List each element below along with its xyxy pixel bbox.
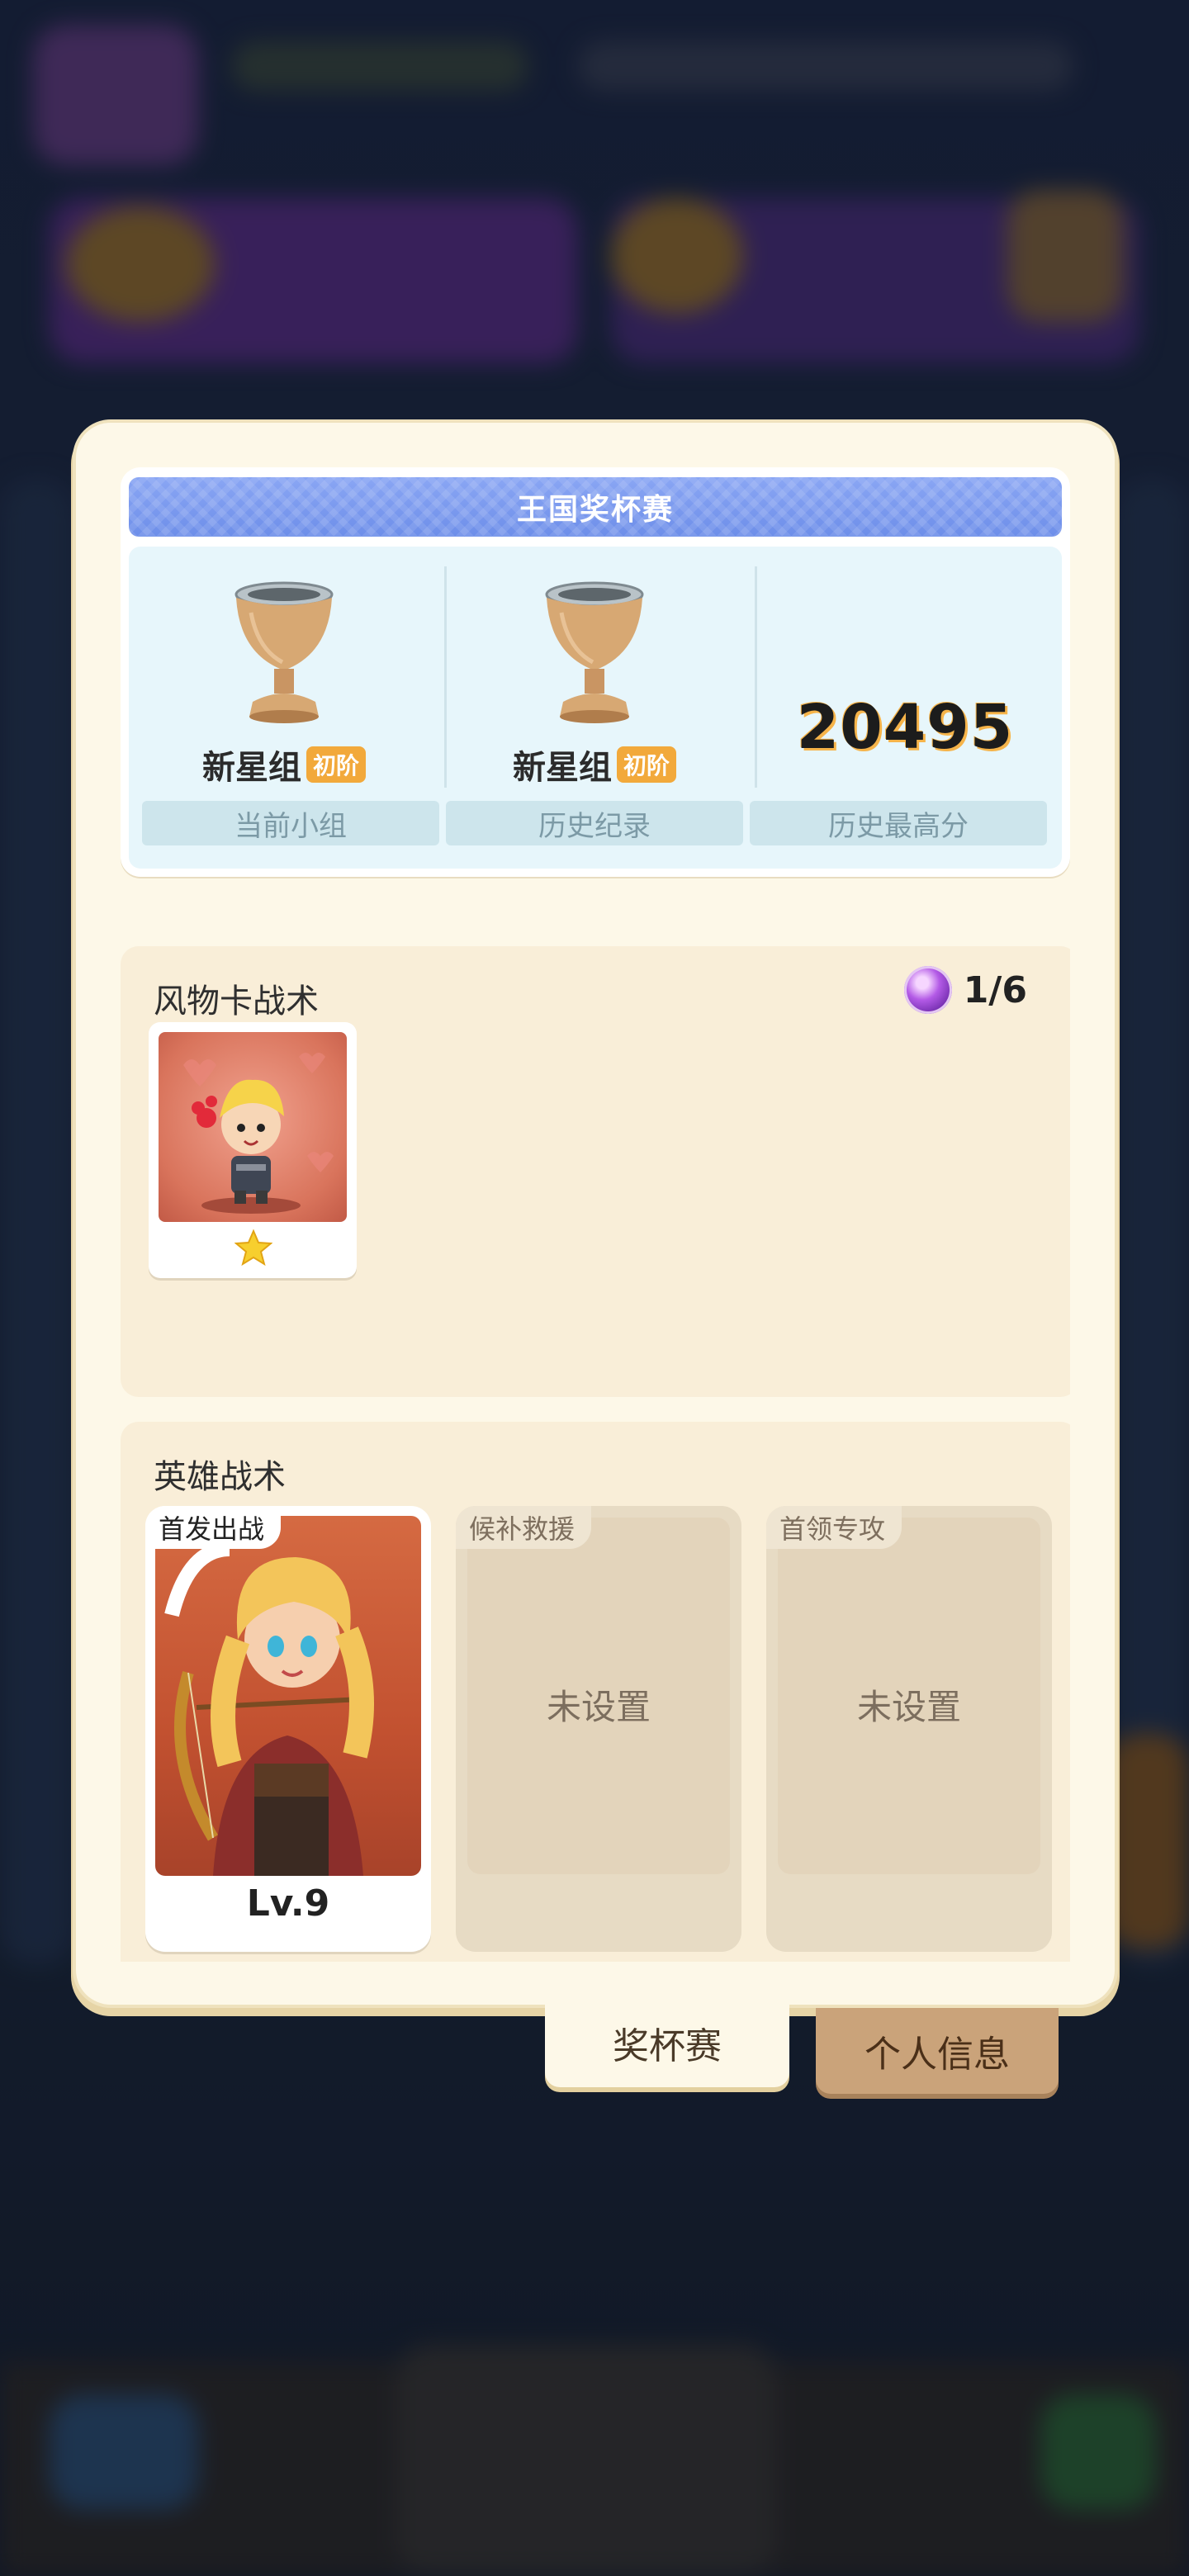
current-group-name-row: 新星组 初阶 bbox=[129, 743, 439, 787]
tab-trophy[interactable]: 奖杯赛 bbox=[545, 1998, 789, 2087]
history-group-rank-badge: 初阶 bbox=[616, 746, 676, 783]
scenery-card-image bbox=[159, 1032, 347, 1222]
purple-orb-icon bbox=[903, 966, 952, 1014]
wooden-trophy-icon bbox=[234, 581, 334, 723]
current-group-label: 当前小组 bbox=[142, 801, 439, 845]
card-tactics-quota-value: 1/6 bbox=[963, 968, 1027, 1011]
hero-level: Lv.9 bbox=[246, 1882, 330, 1925]
hero-tactics-title: 英雄战术 bbox=[154, 1458, 286, 1496]
boss-attack-slot[interactable]: 首领专攻 未设置 bbox=[766, 1506, 1052, 1952]
history-group-name-row: 新星组 初阶 bbox=[439, 743, 750, 787]
dialog-content-scroll[interactable]: 王国奖杯赛 新星组 初阶 当前小组 新星组 初阶 历史纪录 20495 历史最高… bbox=[121, 467, 1070, 1962]
starter-hero-slot[interactable]: 首发出战 Lv.9 bbox=[145, 1506, 431, 1952]
archer-hero-portrait bbox=[155, 1516, 421, 1876]
scenery-card[interactable] bbox=[149, 1022, 357, 1278]
starter-slot-tag: 首发出战 bbox=[145, 1506, 282, 1549]
best-score-column: 20495 历史最高分 bbox=[750, 547, 1060, 869]
backup-slot-status: 未设置 bbox=[546, 1687, 651, 1727]
history-group-name: 新星组 bbox=[512, 749, 612, 787]
kingdom-trophy-card: 王国奖杯赛 新星组 初阶 当前小组 新星组 初阶 历史纪录 20495 历史最高… bbox=[121, 467, 1070, 877]
history-record-label: 历史纪录 bbox=[446, 801, 743, 845]
best-score-value: 20495 bbox=[796, 692, 1014, 763]
hero-tactics-section: 英雄战术 首发出战 Lv.9 候补救援 未设置 首领专攻 未设置 bbox=[121, 1422, 1070, 1962]
trophy-card-body: 新星组 初阶 当前小组 新星组 初阶 历史纪录 20495 历史最高分 bbox=[129, 547, 1062, 869]
boss-slot-tag: 首领专攻 bbox=[766, 1506, 902, 1549]
backup-slot-tag: 候补救援 bbox=[456, 1506, 592, 1549]
best-score-label: 历史最高分 bbox=[750, 801, 1047, 845]
current-group-name: 新星组 bbox=[201, 749, 301, 787]
current-group-column[interactable]: 新星组 初阶 当前小组 bbox=[129, 547, 439, 869]
wooden-trophy-icon bbox=[545, 581, 644, 723]
card-tactics-quota: 1/6 bbox=[903, 966, 1027, 1014]
backup-rescue-slot[interactable]: 候补救援 未设置 bbox=[456, 1506, 741, 1952]
card-tactics-section: 风物卡战术 1/6 bbox=[121, 946, 1070, 1397]
trophy-card-title: 王国奖杯赛 bbox=[129, 477, 1062, 537]
card-tactics-title: 风物卡战术 bbox=[154, 983, 319, 1020]
star-icon bbox=[234, 1229, 272, 1267]
history-record-column[interactable]: 新星组 初阶 历史纪录 bbox=[439, 547, 750, 869]
current-group-rank-badge: 初阶 bbox=[306, 746, 366, 783]
boss-slot-status: 未设置 bbox=[856, 1687, 961, 1727]
tab-profile[interactable]: 个人信息 bbox=[816, 2008, 1059, 2094]
trophy-info-dialog: 王国奖杯赛 新星组 初阶 当前小组 新星组 初阶 历史纪录 20495 历史最高… bbox=[76, 423, 1115, 2005]
heart-knight-illustration bbox=[183, 1053, 334, 1214]
